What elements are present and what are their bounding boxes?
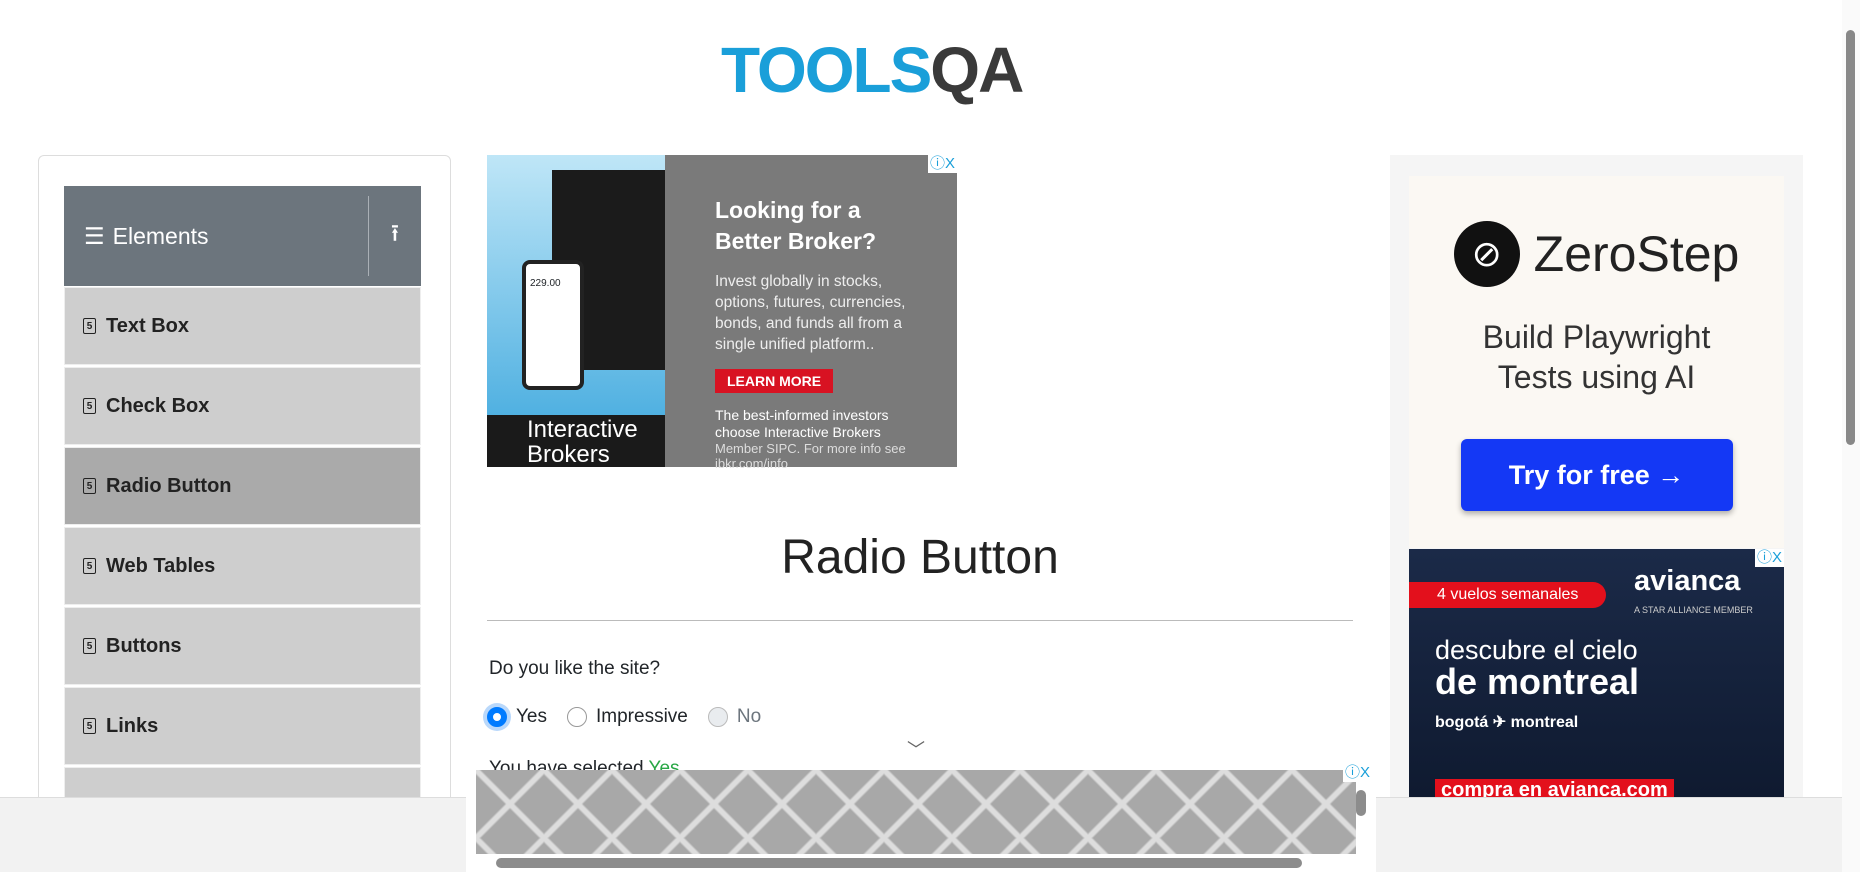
sidebar-item-label: Text Box [106,314,189,337]
ad-horizontal-scrollbar[interactable] [496,858,1302,868]
ad-tagline: Tests using AI [1497,359,1696,395]
ad-heading: Looking for a [715,197,861,223]
page-scrollbar[interactable] [1842,0,1860,872]
ad-cta[interactable]: compra en avianca.com [1435,779,1674,797]
html5-icon: 5 [83,638,96,654]
zerostep-logo-icon: ⊘ [1453,221,1520,287]
ad-info-icon[interactable]: ⓘ [1345,764,1360,781]
divider [487,620,1353,621]
ad-interactive-brokers[interactable]: 229.00 Interactive Brokers Looking for a B… [487,155,957,471]
radio-label[interactable]: Impressive [596,706,688,728]
ad-info-icon[interactable]: ⓘ [930,155,945,172]
sidebar-item-web-tables[interactable]: 5 Web Tables [64,527,421,605]
ad-pattern [476,770,1356,854]
html5-icon: 5 [83,558,96,574]
sidebar-item-label: Buttons [106,634,182,657]
group-title: Elements [112,222,209,249]
toolsqa-logo[interactable]: TOOLS QA [721,26,1123,114]
ad-close-icon[interactable]: X [945,155,955,172]
sidebar-item-label: Web Tables [106,554,216,577]
ad-alliance: A STAR ALLIANCE MEMBER [1634,605,1753,615]
phone-image: 229.00 [522,260,584,390]
chevron-down-icon[interactable]: ﹀ [907,736,925,762]
sidebar-item-label: Check Box [106,394,210,417]
sidebar-item-text-box[interactable]: 5 Text Box [64,287,421,365]
sidebar-item-links[interactable]: 5 Links [64,687,421,765]
ad-vertical-scrollbar[interactable] [1356,790,1366,816]
ad-zerostep[interactable]: ⊘ ZeroStep Build Playwright Tests using AI… [1409,176,1784,548]
logo-text: TOOLS [721,34,932,106]
logo-text-qa: QA [930,34,1024,106]
ad-avianca[interactable]: 4 vuelos semanales avianca A STAR ALLIAN… [1409,549,1784,797]
ad-tagline: Build Playwright [1482,319,1711,355]
ad-info-icon[interactable]: ⓘ [1757,549,1772,566]
sidebar-item-radio-button[interactable]: 5 Radio Button [64,447,421,525]
hamburger-icon: ☰ [84,222,105,249]
elements-group-header[interactable]: ☰ Elements ⭱ [64,186,421,286]
sidebar-item-buttons[interactable]: 5 Buttons [64,607,421,685]
radio-yes[interactable]: Yes [487,706,547,728]
sidebar-item-check-box[interactable]: 5 Check Box [64,367,421,445]
radio-group: Yes Impressive No [487,706,771,728]
ad-brand: Interactive Brokers [487,415,665,467]
html5-icon: 5 [83,318,96,334]
ad-close-icon[interactable]: X [1772,549,1782,566]
scrollbar-thumb[interactable] [1846,30,1855,445]
try-for-free-button[interactable]: Try for free → [1460,439,1733,511]
brand-line2: Brokers [527,441,610,468]
ad-controls[interactable]: ⓘX [1754,549,1784,567]
phone-value: 229.00 [530,278,561,289]
ad-controls[interactable]: ⓘX [927,155,957,173]
sidebar-item-label: Radio Button [106,474,232,497]
radio-no: No [707,706,762,728]
radio-input[interactable] [567,707,587,727]
ad-brand: ZeroStep [1533,226,1740,282]
ad-disclaimer: Member SIPC. For more info see ibkr.com/… [715,441,906,471]
page-title: Radio Button [781,531,1059,584]
ad-heading: de montreal [1435,661,1640,702]
brand-line1: Interactive [527,416,638,443]
ad-brand: avianca [1634,565,1741,597]
ad-route: bogotá ✈ montreal [1435,714,1579,731]
ad-heading: Better Broker? [715,228,877,254]
ad-body: Invest globally in stocks, options, futu… [715,273,906,353]
question-label: Do you like the site? [489,658,661,679]
radio-input[interactable] [487,707,507,727]
ad-close-icon[interactable]: X [1360,764,1370,781]
learn-more-button[interactable]: LEARN MORE [715,369,834,393]
collapse-arrow-icon[interactable]: ⭱ [369,216,421,257]
radio-impressive[interactable]: Impressive [567,706,688,728]
bottom-ad[interactable]: ⓘX [466,764,1376,872]
sidebar-item-label: Links [106,714,159,737]
radio-input [707,707,728,727]
ad-pill: 4 vuelos semanales [1409,582,1607,608]
html5-icon: 5 [83,478,96,494]
html5-icon: 5 [83,718,96,734]
ad-controls[interactable]: ⓘX [1342,764,1372,782]
html5-icon: 5 [83,398,96,414]
ad-image: 229.00 Interactive Brokers [487,155,665,467]
ad-tagline: The best-informed investors choose Inter… [715,407,889,440]
radio-label: No [736,706,762,727]
radio-label[interactable]: Yes [516,706,547,728]
